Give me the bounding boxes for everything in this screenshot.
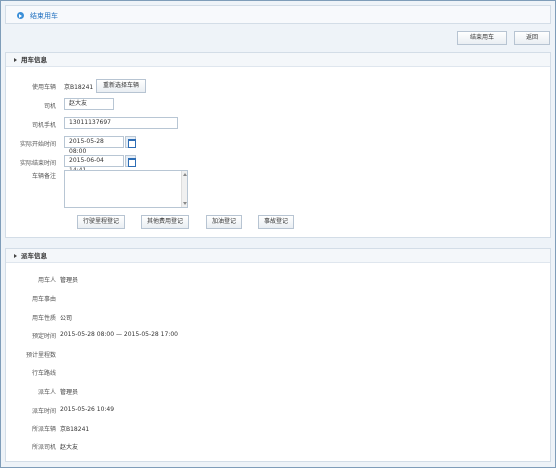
dispatch-row-label: 预计里程数 (25, 352, 56, 359)
collapse-arrow-icon (14, 254, 17, 258)
start-time-field[interactable]: 2015-05-28 08:00 (64, 136, 124, 155)
fuel-register-button[interactable]: 加油登记 (206, 215, 242, 229)
dispatch-row-value: 赵大友 (60, 444, 79, 451)
dispatch-row-value: 京B18241 (60, 426, 90, 433)
usage-panel-title: 用车信息 (21, 56, 47, 64)
usage-panel-header[interactable]: 用车信息 (6, 53, 550, 67)
dispatch-row-label: 预定时间 (31, 333, 56, 340)
remark-label: 车辆备注 (31, 173, 56, 180)
dispatch-row-label: 行车路线 (31, 370, 56, 377)
other-fees-register-button[interactable]: 其他费用登记 (141, 215, 189, 229)
dispatch-row-value: 管理员 (60, 389, 79, 396)
dispatch-row-label: 所派司机 (31, 444, 56, 451)
end-time-field[interactable]: 2015-06-04 14:41 (64, 155, 124, 174)
textarea-scrollbar[interactable] (181, 171, 187, 207)
dispatch-row-value: 公司 (60, 315, 73, 322)
phone-label: 司机手机 (31, 122, 56, 129)
dispatch-row-value: 2015-05-26 10:49 (60, 406, 115, 413)
collapse-arrow-icon (14, 58, 17, 62)
dispatch-row-label: 用车性质 (31, 315, 56, 322)
dispatch-row-label: 派车人 (37, 389, 56, 396)
dispatch-row-label: 用车事由 (31, 296, 56, 303)
back-button[interactable]: 返回 (514, 31, 550, 45)
mileage-register-button[interactable]: 行驶里程登记 (77, 215, 125, 229)
vehicle-label: 使用车辆 (31, 84, 56, 91)
toolbar: 结束用车 返回 (5, 27, 551, 49)
dispatch-panel: 派车信息 用车人 管理员 用车事由 用车性质 公司 预定时间 2015-05-2… (5, 248, 551, 462)
page-title: 结束用车 (30, 12, 58, 20)
dispatch-row-label: 所派车辆 (31, 426, 56, 433)
scroll-down-icon[interactable] (183, 202, 187, 205)
dispatch-row-label: 派车时间 (31, 408, 56, 415)
page-header: 结束用车 (5, 5, 551, 24)
dispatch-row-label: 用车人 (37, 277, 56, 284)
window-frame: 结束用车 结束用车 返回 用车信息 使用车辆 京B18241 重新选择车辆 司机… (0, 0, 556, 468)
reselect-vehicle-button[interactable]: 重新选择车辆 (96, 79, 146, 93)
dispatch-panel-title: 派车信息 (21, 252, 47, 260)
vehicle-value: 京B18241 (64, 84, 94, 91)
calendar-icon[interactable] (125, 136, 136, 148)
scroll-up-icon[interactable] (183, 173, 187, 176)
end-usage-button[interactable]: 结束用车 (457, 31, 507, 45)
driver-field[interactable]: 赵大友 (64, 98, 114, 110)
accident-register-button[interactable]: 事故登记 (258, 215, 294, 229)
dispatch-row-value: 2015-05-28 08:00 — 2015-05-28 17:00 (60, 331, 178, 338)
remark-textarea[interactable] (64, 170, 188, 208)
dispatch-row-value: 管理员 (60, 277, 79, 284)
arrow-circle-icon (17, 12, 24, 19)
usage-panel: 用车信息 使用车辆 京B18241 重新选择车辆 司机 赵大友 司机手机 130… (5, 52, 551, 238)
start-time-label: 实际开始时间 (19, 141, 56, 148)
phone-field[interactable]: 13011137697 (64, 117, 178, 129)
driver-label: 司机 (43, 103, 56, 110)
end-time-label: 实际结束时间 (19, 160, 56, 167)
calendar-icon[interactable] (125, 155, 136, 167)
dispatch-panel-header[interactable]: 派车信息 (6, 249, 550, 263)
